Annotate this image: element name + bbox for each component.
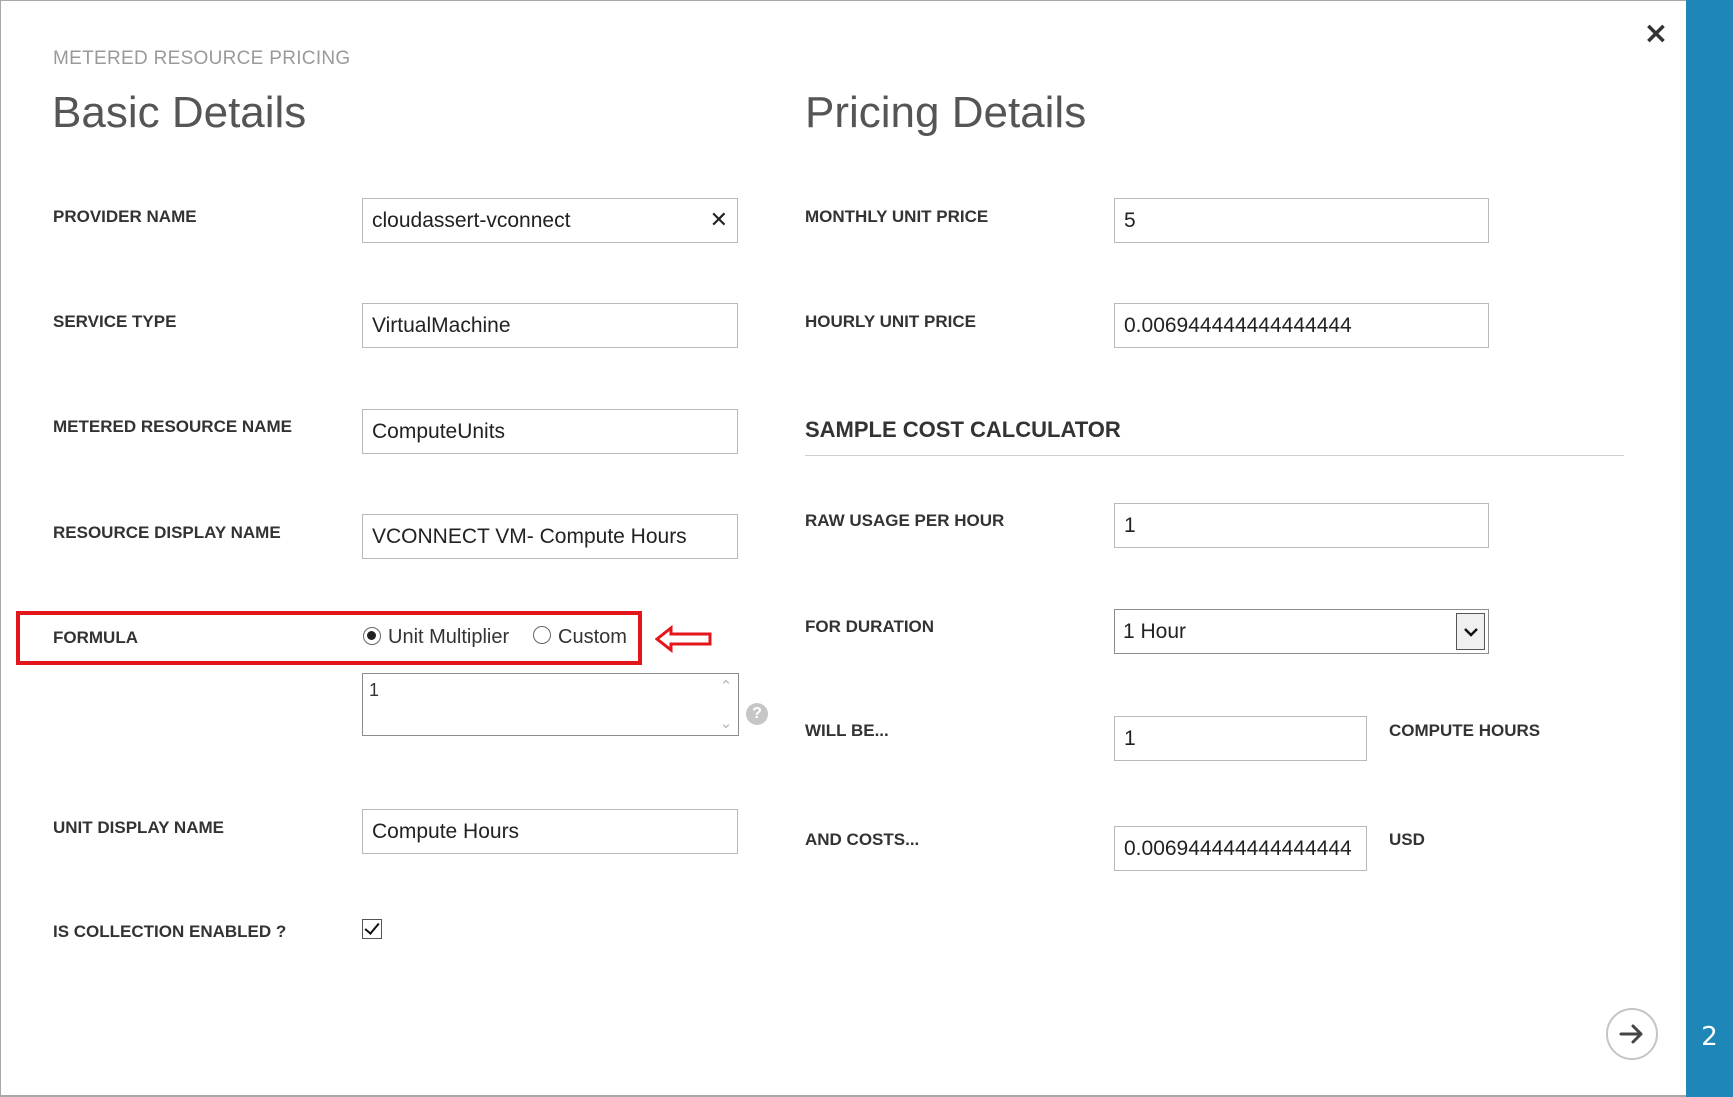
provider-name-value: cloudassert-vconnect (372, 208, 571, 232)
multiplier-value: 1 (369, 680, 380, 700)
clear-icon[interactable]: ✕ (710, 208, 728, 233)
unit-multiplier-label[interactable]: Unit Multiplier (388, 626, 509, 649)
duration-select[interactable]: 1 Hour (1114, 609, 1489, 654)
resource-display-name-input[interactable]: VCONNECT VM- Compute Hours (362, 514, 738, 559)
will-be-unit: COMPUTE HOURS (1389, 721, 1541, 740)
service-type-label: SERVICE TYPE (53, 312, 177, 331)
resource-display-name-label: RESOURCE DISPLAY NAME (53, 523, 281, 542)
pricing-details-title: Pricing Details (805, 88, 1087, 137)
raw-usage-input[interactable]: 1 (1114, 503, 1489, 548)
spin-down-icon[interactable]: ⌄ (718, 716, 734, 731)
dialog-top-border (0, 0, 1686, 1)
hourly-unit-price-value: 0.006944444444444444 (1124, 313, 1352, 337)
will-be-label: WILL BE... (805, 721, 889, 740)
metered-resource-name-label: METERED RESOURCE NAME (53, 417, 292, 436)
provider-name-label: PROVIDER NAME (53, 207, 197, 226)
calculator-divider (805, 455, 1624, 456)
provider-name-input[interactable]: cloudassert-vconnect ✕ (362, 198, 738, 243)
monthly-unit-price-input[interactable]: 5 (1114, 198, 1489, 243)
costs-label: AND COSTS... (805, 830, 920, 849)
custom-radio[interactable] (533, 626, 551, 644)
monthly-unit-price-value: 5 (1124, 208, 1136, 232)
help-icon[interactable]: ? (746, 703, 768, 725)
metered-resource-name-input[interactable]: ComputeUnits (362, 409, 738, 454)
collection-enabled-checkbox[interactable] (362, 919, 382, 939)
resource-display-name-value: VCONNECT VM- Compute Hours (372, 524, 687, 548)
metered-resource-name-value: ComputeUnits (372, 419, 506, 443)
next-button[interactable] (1606, 1008, 1658, 1060)
formula-label: FORMULA (53, 628, 138, 647)
unit-display-name-label: UNIT DISPLAY NAME (53, 818, 224, 837)
will-be-input[interactable]: 1 (1114, 716, 1367, 761)
chevron-down-icon[interactable] (1456, 613, 1485, 650)
raw-usage-value: 1 (1124, 513, 1136, 537)
raw-usage-label: RAW USAGE PER HOUR (805, 511, 1005, 530)
service-type-input[interactable]: VirtualMachine (362, 303, 738, 348)
dialog-left-border (0, 0, 1, 1097)
custom-label[interactable]: Custom (558, 626, 627, 649)
unit-multiplier-radio[interactable] (363, 627, 381, 645)
unit-display-name-value: Compute Hours (372, 819, 520, 843)
spin-up-icon[interactable]: ⌃ (718, 679, 734, 694)
hourly-unit-price-input[interactable]: 0.006944444444444444 (1114, 303, 1489, 348)
monthly-unit-price-label: MONTHLY UNIT PRICE (805, 207, 989, 226)
arrow-right-icon (1619, 1024, 1643, 1044)
will-be-value: 1 (1124, 726, 1136, 750)
collection-enabled-label: IS COLLECTION ENABLED ? (53, 922, 287, 941)
multiplier-input[interactable]: 1 ⌃ ⌄ (362, 673, 739, 736)
annotation-arrow-icon (655, 625, 712, 653)
duration-label: FOR DURATION (805, 617, 935, 636)
wizard-step-rail: 2 (1686, 0, 1733, 1097)
unit-display-name-input[interactable]: Compute Hours (362, 809, 738, 854)
hourly-unit-price-label: HOURLY UNIT PRICE (805, 312, 976, 331)
basic-details-title: Basic Details (52, 88, 307, 137)
step-number: 2 (1701, 1022, 1718, 1052)
costs-value: 0.006944444444444444 (1124, 836, 1352, 860)
duration-value: 1 Hour (1123, 619, 1187, 643)
wizard-eyebrow: METERED RESOURCE PRICING (53, 48, 351, 69)
calculator-heading: SAMPLE COST CALCULATOR (805, 417, 1121, 442)
service-type-value: VirtualMachine (372, 313, 511, 337)
costs-unit: USD (1389, 830, 1425, 849)
close-button[interactable]: × (1640, 18, 1672, 50)
costs-input[interactable]: 0.006944444444444444 (1114, 826, 1367, 871)
